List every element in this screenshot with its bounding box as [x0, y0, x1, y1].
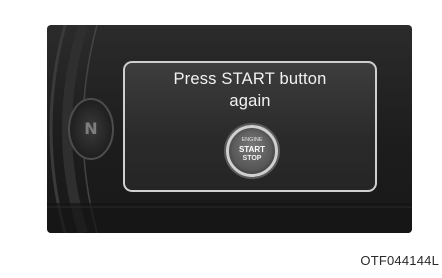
- start-button-label-start: START: [238, 145, 266, 154]
- figure-code: OTF044144L: [360, 253, 439, 268]
- figure-page: N Press START button again ENGINE START …: [0, 0, 442, 278]
- engine-start-stop-button-icon: ENGINE START STOP: [226, 125, 278, 177]
- start-button-label-stop: STOP: [242, 155, 262, 162]
- gear-indicator: N: [84, 119, 98, 138]
- popup-message: Press START button again: [125, 68, 375, 112]
- message-line-1: Press START button: [173, 70, 327, 88]
- start-button-label-engine: ENGINE: [241, 137, 263, 143]
- message-line-2: again: [229, 92, 271, 110]
- warning-popup: Press START button again ENGINE START ST…: [123, 61, 377, 192]
- start-button-face: ENGINE START STOP: [232, 131, 272, 171]
